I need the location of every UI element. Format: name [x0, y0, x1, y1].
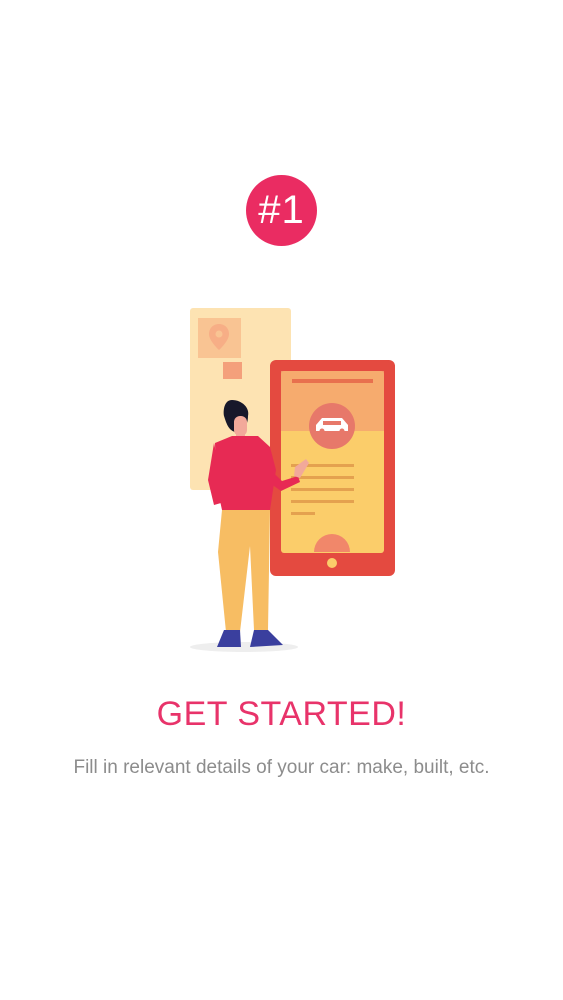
- phone-illustration: [270, 360, 395, 576]
- page-title: GET STARTED!: [156, 695, 407, 733]
- page-subtitle: Fill in relevant details of your car: ma…: [73, 757, 490, 778]
- step-badge: #1: [246, 175, 317, 246]
- onboarding-illustration: [190, 308, 395, 652]
